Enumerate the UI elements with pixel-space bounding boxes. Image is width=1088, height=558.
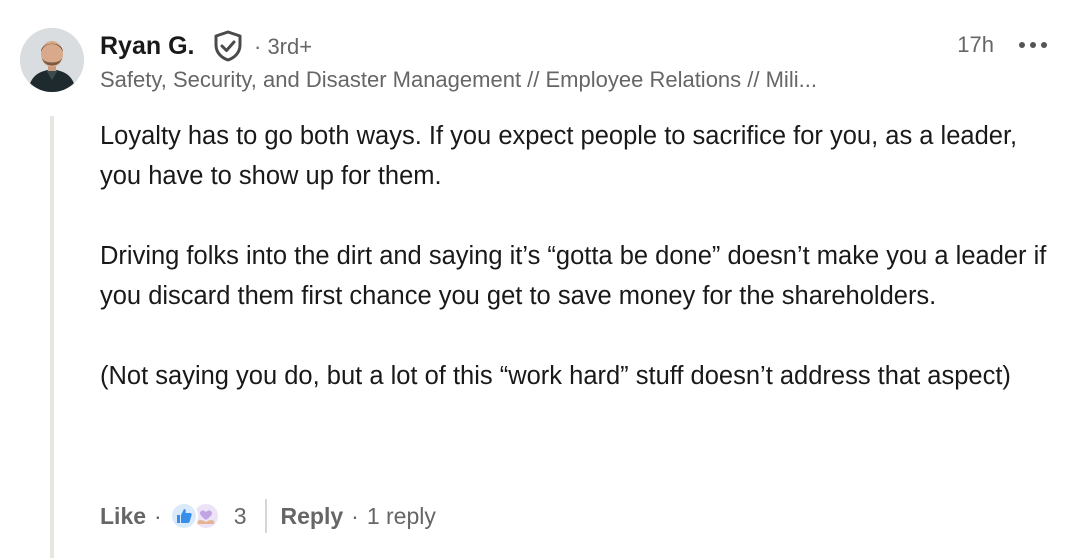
connection-degree: · 3rd+ [254,34,313,59]
action-divider [264,499,267,533]
like-button[interactable]: Like [100,503,146,530]
comment-body: Loyalty has to go both ways. If you expe… [100,116,1062,436]
separator-dot: · [351,502,359,529]
avatar-image [20,28,84,92]
comment-paragraph: (Not saying you do, but a lot of this “w… [100,362,1011,390]
comment-time: 17h [957,32,994,57]
comment-paragraph: Loyalty has to go both ways. If you expe… [100,122,1018,190]
comment-paragraph: Driving folks into the dirt and saying i… [100,242,1047,310]
replies-link[interactable]: 1 reply [367,503,436,530]
author-avatar[interactable] [20,28,84,92]
thread-line [50,116,54,558]
like-reaction-icon [169,502,198,530]
reactions-summary[interactable] [169,500,224,532]
more-horizontal-icon[interactable] [1018,38,1048,50]
reply-button[interactable]: Reply [281,503,344,530]
reaction-count[interactable]: 3 [234,503,247,530]
comment-header: Ryan G. · 3rd+ 17h Safety, Security, and… [100,28,1088,98]
shield-check-icon [213,30,243,62]
separator-dot: · [154,502,162,529]
comment-actions: Like · 3 Reply · 1 reply [100,496,436,536]
author-headline: Safety, Security, and Disaster Managemen… [100,67,817,92]
author-name[interactable]: Ryan G. [100,32,194,61]
